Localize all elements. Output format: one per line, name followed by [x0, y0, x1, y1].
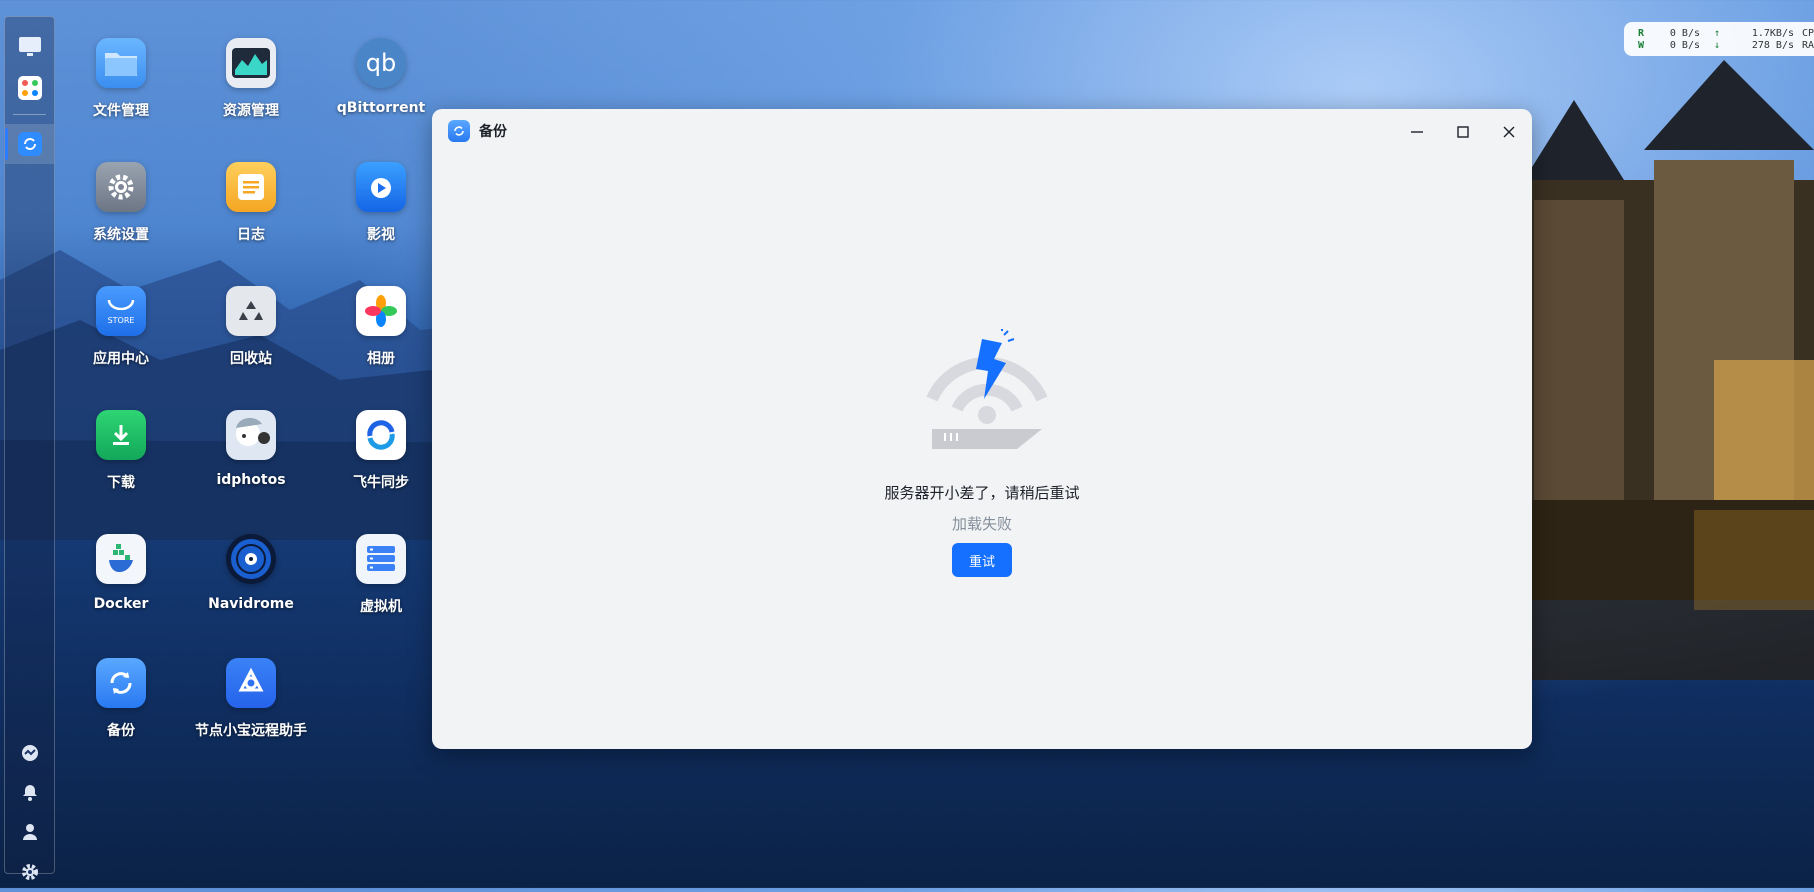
- retry-button[interactable]: 重试: [952, 543, 1012, 577]
- desktop-icon: [18, 37, 41, 56]
- bell-icon: [22, 785, 37, 801]
- load-failed-text: 加载失败: [951, 515, 1012, 533]
- write-value: 0 B/s: [1669, 40, 1700, 51]
- desktop-app[interactable]: 备份: [56, 658, 186, 776]
- desktop-app[interactable]: 飞牛同步: [316, 410, 446, 528]
- store-icon: STORE: [96, 286, 146, 336]
- system-monitor-widget: R 0 B/s ↑ 1.7KB/s CPU W 0 B/s ↓ 278 B/s …: [1624, 22, 1814, 56]
- server-error-illustration: [926, 329, 1048, 449]
- store-icon-text: STORE: [107, 316, 135, 325]
- app-grid-icon: [17, 76, 42, 100]
- upload-arrow-icon: ↑: [1714, 28, 1721, 39]
- dock-settings-button[interactable]: [5, 852, 54, 892]
- backup-window: 备份 服务器开小差了，请稍后重试 加载失败 重试: [432, 109, 1532, 749]
- desktop-app[interactable]: 虚拟机: [316, 534, 446, 652]
- desktop-app-label: 节点小宝远程助手: [195, 723, 307, 739]
- folder-icon: [96, 38, 146, 88]
- sync-icon: [356, 410, 406, 460]
- desktop-app[interactable]: 回收站: [186, 286, 316, 404]
- dock-network-button[interactable]: [5, 733, 54, 773]
- backup-icon: [17, 132, 42, 156]
- desktop-app-label: Docker: [93, 596, 149, 612]
- read-label: R: [1638, 28, 1645, 39]
- desktop-app[interactable]: idphotos: [186, 410, 316, 528]
- download-arrow-icon: ↓: [1714, 40, 1721, 51]
- cpu-label: CPU: [1802, 28, 1814, 39]
- recycle-bin-icon: [226, 286, 276, 336]
- maximize-button[interactable]: [1450, 119, 1476, 145]
- gear-icon: [21, 864, 38, 880]
- write-label: W: [1638, 40, 1645, 51]
- photos-icon: [356, 286, 406, 336]
- dock-notification-button[interactable]: [5, 772, 54, 812]
- desktop-app[interactable]: STORE 应用中心: [56, 286, 186, 404]
- desktop-app-label: 影视: [367, 227, 395, 243]
- desktop-app-label: 飞牛同步: [353, 475, 409, 491]
- dock: [4, 16, 55, 880]
- minimize-button[interactable]: [1404, 119, 1430, 145]
- dock-app-grid-button[interactable]: [5, 68, 54, 108]
- dock-user-button[interactable]: [5, 812, 54, 852]
- backup-icon: [96, 658, 146, 708]
- desktop-app-label: 应用中心: [93, 351, 149, 367]
- desktop-app-label: 虚拟机: [360, 599, 402, 615]
- desktop-app-label: qBittorrent: [336, 100, 426, 116]
- desktop-app[interactable]: 影视: [316, 162, 446, 280]
- desktop-app[interactable]: Docker: [56, 534, 186, 652]
- desktop-app[interactable]: qb qBittorrent: [316, 38, 446, 156]
- download-icon: [96, 410, 146, 460]
- desktop-app[interactable]: 节点小宝远程助手: [186, 658, 316, 776]
- desktop-app[interactable]: Navidrome: [186, 534, 316, 652]
- minimize-icon: [1411, 131, 1423, 133]
- desktop-app[interactable]: 下载: [56, 410, 186, 528]
- read-value: 0 B/s: [1669, 28, 1700, 39]
- desktop-app-label: 下载: [107, 475, 135, 491]
- close-button[interactable]: [1496, 119, 1522, 145]
- dock-desktop-button[interactable]: [5, 27, 54, 67]
- desktop-app-label: 文件管理: [93, 103, 149, 119]
- resource-monitor-icon: [226, 38, 276, 88]
- window-title: 备份: [479, 124, 507, 140]
- desktop-app-label: 回收站: [230, 351, 272, 367]
- close-icon: [1503, 126, 1515, 138]
- desktop-app-label: 日志: [237, 227, 265, 243]
- desktop-app-label: 备份: [107, 723, 135, 739]
- log-icon: [226, 162, 276, 212]
- error-message: 服务器开小差了，请稍后重试: [884, 484, 1080, 502]
- desktop-app-label: 系统设置: [93, 227, 149, 243]
- desktop-app-label: 相册: [367, 351, 395, 367]
- window-titlebar[interactable]: 备份: [432, 109, 1532, 153]
- backup-icon: [448, 120, 470, 142]
- maximize-icon: [1457, 126, 1469, 138]
- docker-icon: [96, 534, 146, 584]
- desktop-app[interactable]: 文件管理: [56, 38, 186, 156]
- desktop-app[interactable]: 日志: [186, 162, 316, 280]
- dock-separator: [13, 114, 46, 115]
- desktop-app[interactable]: 相册: [316, 286, 446, 404]
- virtual-machine-icon: [356, 534, 406, 584]
- idphotos-icon: [226, 410, 276, 460]
- desktop-app-label: 资源管理: [223, 103, 279, 119]
- castle-scenery: [1514, 60, 1814, 680]
- user-icon: [22, 824, 37, 840]
- desktop-app[interactable]: 系统设置: [56, 162, 186, 280]
- download-value: 278 B/s: [1751, 40, 1794, 51]
- upload-value: 1.7KB/s: [1751, 28, 1794, 39]
- dock-backup-button[interactable]: [5, 124, 54, 164]
- navidrome-icon: [226, 534, 276, 584]
- desktop-app-label: idphotos: [216, 472, 286, 488]
- network-icon: [21, 745, 38, 761]
- remote-assistant-icon: [226, 658, 276, 708]
- desktop-app[interactable]: 资源管理: [186, 38, 316, 156]
- qbittorrent-icon: qb: [356, 38, 406, 88]
- desktop-app-label: Navidrome: [208, 596, 294, 612]
- video-icon: [356, 162, 406, 212]
- ram-label: RAM: [1802, 40, 1814, 51]
- gear-icon: [96, 162, 146, 212]
